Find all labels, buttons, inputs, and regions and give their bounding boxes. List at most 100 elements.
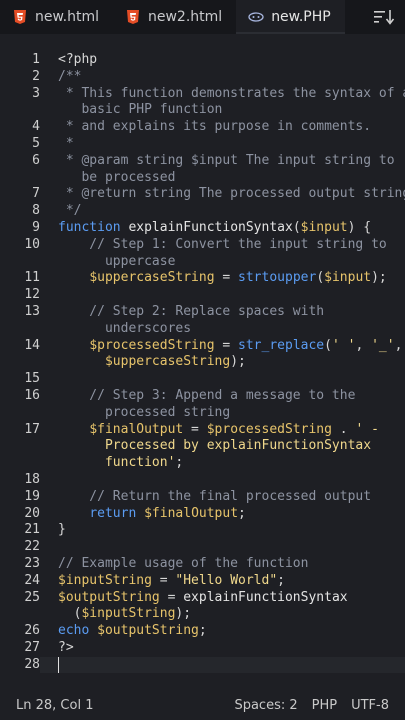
token: ?> [58,639,74,655]
tab-label: new.PHP [271,9,331,25]
token: function' [58,455,176,471]
line-text: */ [40,203,405,220]
code-editor[interactable]: 1 <?php 2 /** 3 * This function demonstrates… [0,52,405,674]
tab-new-html[interactable]: new.html [0,0,113,34]
line-text: } [40,522,405,539]
token: $processedString [89,337,215,353]
code-line-wrap[interactable]: Processed by explainFunctionSyntax [0,438,405,455]
indentation-setting[interactable]: Spaces: 2 [234,698,311,713]
line-text: return $finalOutput; [40,506,405,523]
code-line[interactable]: 28 [0,656,405,674]
code-line[interactable]: 22 [0,539,405,556]
code-line-wrap[interactable]: be processed [0,170,405,187]
code-line[interactable]: 23 // Example usage of the function [0,556,405,573]
token: Processed by explainFunctionSyntax [58,438,372,454]
line-number [0,102,40,119]
text-cursor [58,656,59,673]
code-line[interactable]: 20 return $finalOutput; [0,506,405,523]
token: ; [198,623,207,639]
line-number: 10 [24,236,40,252]
line-text: $inputString = "Hello World"; [40,573,405,590]
cursor-position[interactable]: Ln 28, Col 1 [0,698,234,713]
code-line[interactable]: 27 ?> [0,640,405,657]
code-line[interactable]: 25 $outputString = explainFunctionSyntax [0,590,405,607]
code-line-wrap[interactable]: ($inputString); [0,606,405,623]
code-line[interactable]: 16 // Step 3: Append a message to the [0,388,405,405]
token: // Step 2: Replace spaces with [58,303,325,319]
token: , [394,337,403,353]
code-line[interactable]: 12 [0,287,405,304]
token: explainFunctionSyntax [183,589,348,605]
code-line-wrap[interactable]: processed string [0,405,405,422]
token: = [159,589,184,605]
code-line[interactable]: 13 // Step 2: Replace spaces with [0,304,405,321]
line-number [0,354,40,371]
code-line[interactable]: 3 * This function demonstrates the synta… [0,86,405,103]
code-line[interactable]: 5 * [0,136,405,153]
code-line-wrap[interactable]: function'; [0,455,405,472]
code-line[interactable]: 8 */ [0,203,405,220]
line-text: // Step 1: Convert the input string to [40,237,405,254]
token: ; [175,455,184,471]
token: <?php [58,52,98,67]
line-text [40,287,405,304]
token: $finalOutput [89,421,184,437]
code-line-wrap[interactable]: underscores [0,321,405,338]
token: uppercase [58,253,176,269]
code-line[interactable]: 11 $uppercaseString = strtoupper($input)… [0,270,405,287]
line-number: 22 [24,539,40,555]
token: ( [316,270,325,286]
code-line[interactable]: 4 * and explains its purpose in comments… [0,119,405,136]
line-text: * @param string $input The input string … [40,153,405,170]
line-number [0,254,40,271]
code-line[interactable]: 19 // Return the final processed output [0,489,405,506]
code-line-wrap[interactable]: basic PHP function [0,102,405,119]
token: be processed [58,169,176,185]
sort-button[interactable] [363,0,405,34]
code-line[interactable]: 10 // Step 1: Convert the input string t… [0,237,405,254]
language-mode[interactable]: PHP [312,698,351,713]
tab-new-php[interactable]: new.PHP [236,0,345,34]
code-line[interactable]: 15 [0,371,405,388]
line-text: uppercase [40,254,405,271]
html5-icon [127,10,139,24]
token: ); [371,270,387,286]
token: function [58,219,121,235]
code-line[interactable]: 26 echo $outputString; [0,623,405,640]
token: // Return the final processed output [58,488,372,504]
code-line[interactable]: 17 $finalOutput = $processedString . ' - [0,422,405,439]
line-text: $uppercaseString = strtoupper($input); [40,270,405,287]
line-number [0,455,40,472]
token: underscores [58,320,192,336]
code-line-wrap[interactable]: $uppercaseString); [0,354,405,371]
line-number: 11 [24,270,40,286]
code-line[interactable]: 9 function explainFunctionSyntax($input) … [0,220,405,237]
token: ' ' [331,337,356,353]
line-text [40,656,405,674]
line-number: 25 [24,589,40,605]
code-line-wrap[interactable]: uppercase [0,254,405,271]
token: ' - [355,421,379,437]
line-number: 4 [32,119,40,135]
code-line[interactable]: 14 $processedString = str_replace(' ', '… [0,338,405,355]
encoding[interactable]: UTF-8 [351,698,405,713]
tab-new2-html[interactable]: new2.html [113,0,237,34]
line-text: function explainFunctionSyntax($input) { [40,220,405,237]
token: strtoupper [238,270,317,286]
line-number: 13 [24,303,40,319]
token: str_replace [238,337,325,353]
token: $uppercaseString [104,354,231,370]
code-line[interactable]: 6 * @param string $input The input strin… [0,153,405,170]
token: explainFunctionSyntax [128,219,293,235]
code-line[interactable]: 1 <?php [0,52,405,69]
code-line[interactable]: 2 /** [0,69,405,86]
code-line[interactable]: 24 $inputString = "Hello World"; [0,573,405,590]
code-line[interactable]: 18 [0,472,405,489]
line-number: 6 [32,152,40,168]
code-line[interactable]: 21} [0,522,405,539]
token: * @return string The processed output st… [58,186,405,202]
code-line[interactable]: 7 * @return string The processed output … [0,186,405,203]
